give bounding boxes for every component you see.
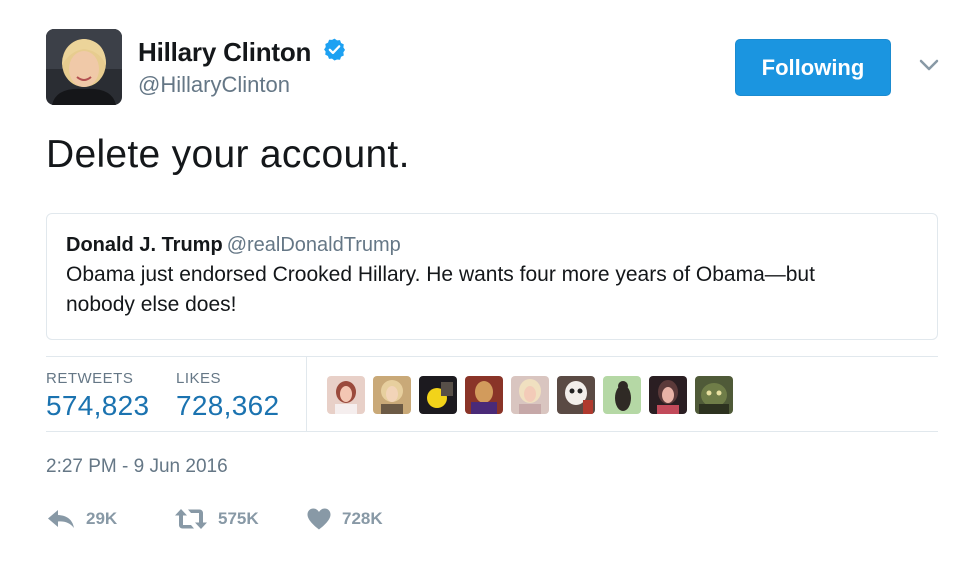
following-button[interactable]: Following — [735, 39, 891, 96]
liker-avatar[interactable] — [695, 376, 733, 414]
heart-icon — [306, 507, 332, 531]
author-handle[interactable]: @HillaryClinton — [138, 72, 347, 98]
tweet-stats: RETWEETS 574,823 LIKES 728,362 — [46, 356, 938, 432]
quoted-author-name: Donald J. Trump — [66, 234, 223, 256]
quoted-author-handle: @realDonaldTrump — [226, 234, 401, 256]
chevron-down-icon[interactable] — [918, 57, 940, 73]
liker-avatar[interactable] — [327, 376, 365, 414]
liker-avatar[interactable] — [649, 376, 687, 414]
retweet-count: 575K — [218, 509, 259, 528]
quoted-tweet-text: Obama just endorsed Crooked Hillary. He … — [66, 260, 918, 320]
author-avatar[interactable] — [46, 29, 122, 105]
liker-avatar[interactable] — [557, 376, 595, 414]
like-action[interactable]: 728K — [306, 505, 383, 533]
author-display-name[interactable]: Hillary Clinton — [138, 37, 311, 68]
likes-stat[interactable]: LIKES 728,362 — [176, 370, 279, 422]
retweets-value: 574,823 — [46, 390, 150, 421]
likes-value: 728,362 — [176, 390, 280, 421]
quoted-tweet-text-line: Obama just endorsed Crooked Hillary. He … — [66, 263, 815, 286]
quoted-tweet-text-line: nobody else does! — [66, 293, 237, 316]
reply-icon — [46, 507, 76, 531]
retweets-label: RETWEETS — [46, 370, 134, 387]
author-name-block: Hillary Clinton @HillaryClinton — [138, 37, 347, 98]
quoted-tweet-author: Donald J. Trump @realDonaldTrump — [66, 234, 918, 257]
liker-avatar[interactable] — [511, 376, 549, 414]
liker-avatar[interactable] — [373, 376, 411, 414]
liker-avatar[interactable] — [465, 376, 503, 414]
retweet-icon — [174, 507, 208, 531]
tweet-text: Delete your account. — [46, 133, 410, 176]
like-count: 728K — [342, 509, 383, 528]
retweet-action[interactable]: 575K — [174, 505, 259, 533]
stats-divider — [306, 357, 307, 431]
tweet-timestamp[interactable]: 2:27 PM - 9 Jun 2016 — [46, 456, 228, 478]
liker-avatar[interactable] — [419, 376, 457, 414]
reply-action[interactable]: 29K — [46, 505, 117, 533]
tweet-header: Hillary Clinton @HillaryClinton Followin… — [46, 29, 942, 107]
quoted-tweet[interactable]: Donald J. Trump @realDonaldTrump Obama ju… — [46, 213, 938, 340]
likes-label: LIKES — [176, 370, 222, 387]
liker-avatar[interactable] — [603, 376, 641, 414]
reply-count: 29K — [86, 509, 118, 528]
verified-badge-icon — [322, 37, 347, 62]
retweets-stat[interactable]: RETWEETS 574,823 — [46, 370, 149, 422]
